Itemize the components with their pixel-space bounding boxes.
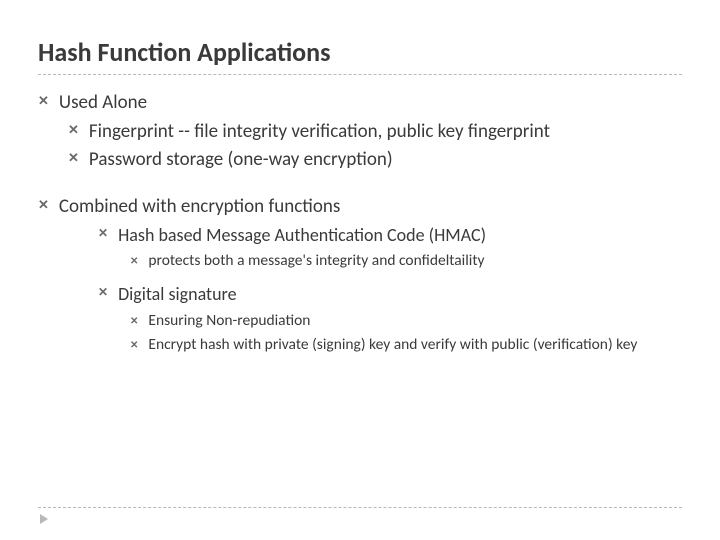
bullet-password-storage: ✕ Password storage (one-way encryption): [68, 148, 682, 173]
bullet-icon: ✕: [130, 314, 138, 327]
bullet-text: Ensuring Non-repudiation: [148, 311, 310, 331]
bullet-used-alone: ✕ Used Alone: [38, 91, 682, 116]
bullet-text: Digital signature: [118, 283, 236, 306]
bullet-icon: ✕: [38, 198, 49, 215]
bullet-text: Fingerprint -- file integrity verificati…: [89, 120, 550, 145]
bullet-icon: ✕: [98, 286, 108, 302]
bullet-text: Combined with encryption functions: [59, 195, 340, 220]
bullet-text: protects both a message's integrity and …: [148, 251, 484, 271]
bullet-text: Encrypt hash with private (signing) key …: [148, 335, 637, 355]
bullet-non-repudiation: ✕ Ensuring Non-repudiation: [130, 311, 682, 331]
bullet-hmac-protects: ✕ protects both a message's integrity an…: [130, 251, 682, 271]
bullet-text: Used Alone: [59, 91, 147, 116]
bullet-encrypt-hash: ✕ Encrypt hash with private (signing) ke…: [130, 335, 682, 355]
bullet-combined: ✕ Combined with encryption functions: [38, 195, 682, 220]
bullet-hmac: ✕ Hash based Message Authentication Code…: [98, 224, 682, 247]
bullet-fingerprint: ✕ Fingerprint -- file integrity verifica…: [68, 120, 682, 145]
bullet-text: Hash based Message Authentication Code (…: [118, 224, 486, 247]
bullet-icon: ✕: [68, 123, 79, 140]
slide-title: Hash Function Applications: [38, 36, 682, 68]
bullet-icon: ✕: [38, 94, 49, 111]
arrow-right-icon: [40, 514, 48, 524]
divider-bottom: [38, 507, 682, 508]
divider-top: [38, 74, 682, 75]
bullet-icon: ✕: [130, 338, 138, 351]
bullet-text: Password storage (one-way encryption): [89, 148, 393, 173]
bullet-icon: ✕: [68, 151, 79, 168]
bullet-icon: ✕: [130, 254, 138, 267]
bullet-digital-signature: ✕ Digital signature: [98, 283, 682, 306]
bullet-icon: ✕: [98, 227, 108, 243]
